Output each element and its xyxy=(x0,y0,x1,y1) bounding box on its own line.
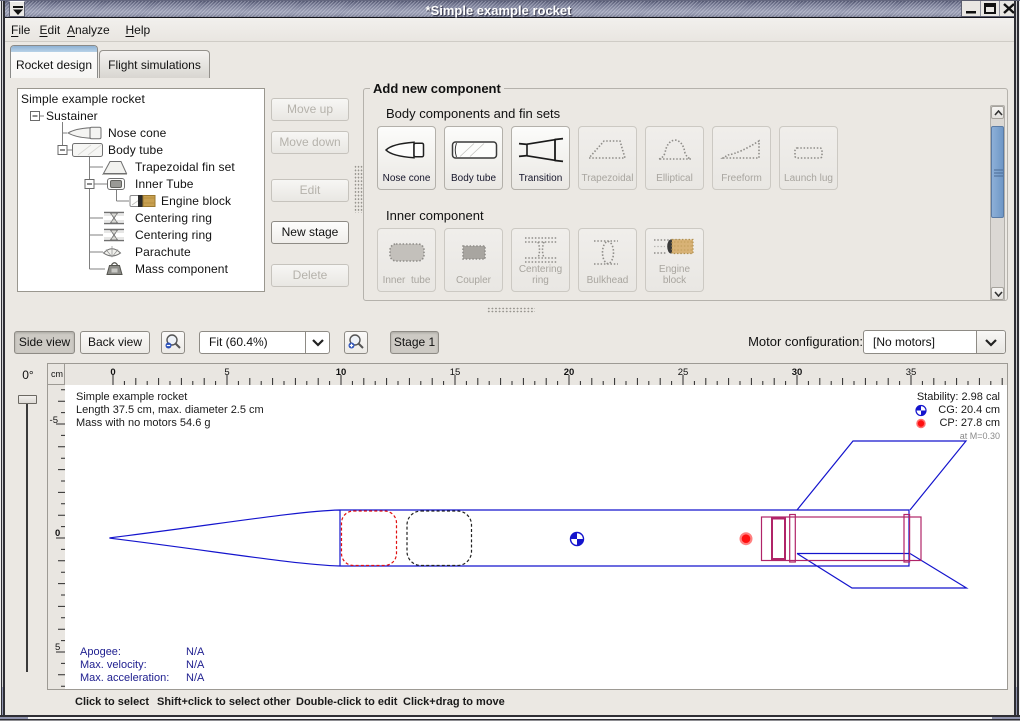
svg-text:35: 35 xyxy=(906,367,917,378)
svg-text:20: 20 xyxy=(564,367,575,378)
svg-text:5: 5 xyxy=(55,642,60,653)
svg-text:25: 25 xyxy=(678,367,689,378)
svg-text:30: 30 xyxy=(792,367,803,378)
svg-text:10: 10 xyxy=(336,367,347,378)
svg-text:0: 0 xyxy=(110,367,115,378)
svg-text:5: 5 xyxy=(224,367,229,378)
svg-text:-5: -5 xyxy=(50,415,58,426)
svg-text:0: 0 xyxy=(55,528,60,539)
svg-text:15: 15 xyxy=(450,367,461,378)
